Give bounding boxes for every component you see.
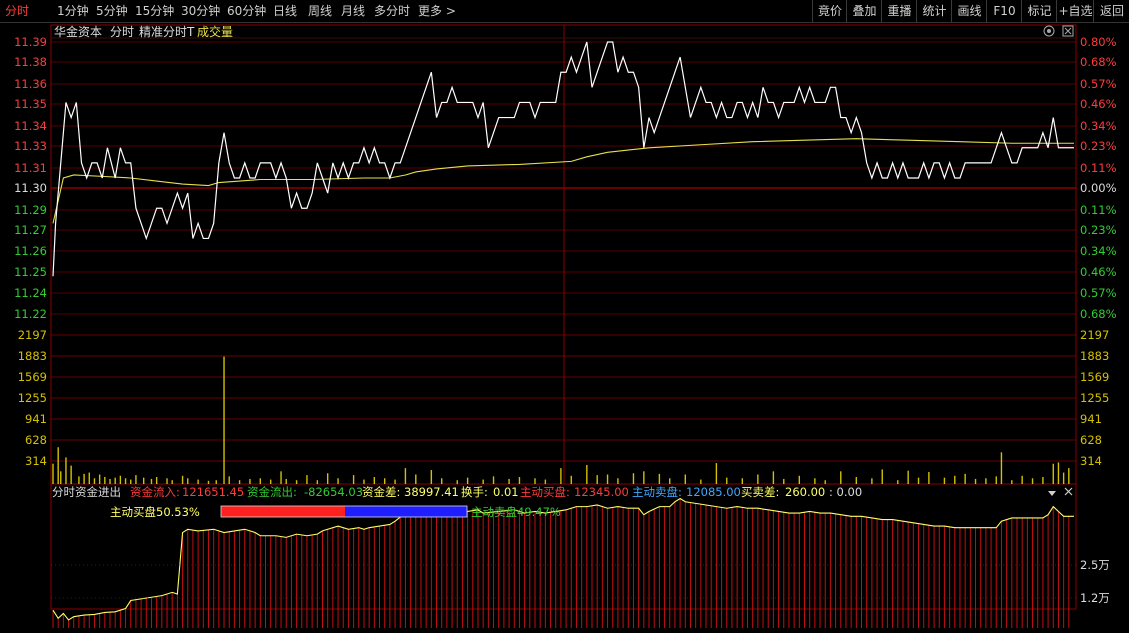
active-buy-label: 主动买盘: — [520, 485, 570, 499]
gear-icon-center — [1047, 29, 1051, 33]
toolbar-button-5[interactable]: F10 — [986, 0, 1022, 22]
toolbar-button-4[interactable]: 画线 — [951, 0, 987, 22]
volume-axis-right-0: 2197 — [1080, 328, 1109, 342]
pct-axis-label-4: 0.34% — [1080, 119, 1117, 133]
flow-axis-label-1: 1.2万 — [1080, 591, 1110, 605]
volume-axis-left-3: 1255 — [18, 391, 47, 405]
price-axis-label-4: 11.34 — [14, 119, 47, 133]
price-axis-label-5: 11.33 — [14, 139, 47, 153]
toolbar-button-8[interactable]: 返回 — [1093, 0, 1129, 22]
inflow-label: 资金流入: — [130, 485, 180, 499]
pct-axis-label-9: 0.23% — [1080, 223, 1117, 237]
buy-pct-label: 主动买盘50.53% — [110, 505, 200, 519]
price-axis-label-0: 11.39 — [14, 35, 47, 49]
volume-axis-right-1: 1883 — [1080, 349, 1109, 363]
sell-pct-label: 主动卖盘49.47% — [471, 505, 561, 519]
pct-axis-label-7: 0.00% — [1080, 181, 1117, 195]
pct-axis-label-1: 0.68% — [1080, 55, 1117, 69]
toolbar-button-6[interactable]: 标记 — [1021, 0, 1057, 22]
volume-axis-right-2: 1569 — [1080, 370, 1109, 384]
price-axis-label-10: 11.26 — [14, 244, 47, 258]
pct-axis-label-12: 0.57% — [1080, 286, 1117, 300]
mode-label-1: 分时 — [110, 25, 134, 39]
pct-axis-label-11: 0.46% — [1080, 265, 1117, 279]
outflow-label: 资金流出: — [247, 485, 297, 499]
price-axis-label-8: 11.29 — [14, 203, 47, 217]
toolbar-button-2[interactable]: 重播 — [881, 0, 917, 22]
period-tab-3[interactable]: 15分钟 — [135, 0, 174, 22]
close-icon-cross — [1064, 27, 1072, 35]
mode-label-3: 成交量 — [197, 24, 233, 39]
period-tab-2[interactable]: 5分钟 — [96, 0, 128, 22]
period-tab-0[interactable]: 分时 — [5, 0, 29, 22]
period-tab-8[interactable]: 月线 — [341, 0, 365, 22]
active-buy-value: 12345.00 — [574, 485, 629, 499]
bs-diff-value: 260.00 — [785, 485, 825, 499]
pct-axis-label-13: 0.68% — [1080, 307, 1117, 321]
price-axis-label-6: 11.31 — [14, 161, 47, 175]
bs-diff-label: 买卖差: — [741, 485, 779, 499]
diff-value: 38997.41 — [404, 485, 459, 499]
period-tab-5[interactable]: 60分钟 — [227, 0, 266, 22]
diff-label: 资金差: — [362, 485, 400, 499]
volume-axis-right-4: 941 — [1080, 412, 1102, 426]
price-axis-label-9: 11.27 — [14, 223, 47, 237]
active-sell-value: 12085.00 — [686, 485, 741, 499]
mode-label-2: 精准分时T — [139, 25, 195, 39]
toolbar-button-7[interactable]: +自选 — [1056, 0, 1094, 22]
dropdown-arrow-icon[interactable] — [1048, 491, 1056, 496]
outflow-value: -82654.03 — [304, 485, 363, 499]
volume-axis-right-5: 628 — [1080, 433, 1102, 447]
volume-axis-right-3: 1255 — [1080, 391, 1109, 405]
active-sell-label: 主动卖盘: — [632, 485, 682, 499]
price-axis-label-13: 11.22 — [14, 307, 47, 321]
intraday-chart: 11.39 0.80% 11.38 0.68% 11.36 0.57% 11.35 0.46%… — [14, 24, 1117, 628]
bs-diff-extra: : 0.00 — [829, 485, 862, 499]
toolbar-button-3[interactable]: 统计 — [916, 0, 952, 22]
price-axis-label-2: 11.36 — [14, 77, 47, 91]
period-tab-9[interactable]: 多分时 — [374, 0, 410, 22]
period-tab-4[interactable]: 30分钟 — [181, 0, 220, 22]
pct-axis-label-0: 0.80% — [1080, 35, 1117, 49]
price-axis-label-12: 11.24 — [14, 286, 47, 300]
volume-axis-left-6: 314 — [25, 454, 47, 468]
pct-axis-label-10: 0.34% — [1080, 244, 1117, 258]
pct-axis-label-3: 0.46% — [1080, 97, 1117, 111]
turnover-value: 0.01 — [493, 485, 519, 499]
flow-close-icon[interactable] — [1064, 487, 1073, 496]
period-toolbar: 分时 1分钟 5分钟 15分钟 30分钟 60分钟 日线 周线 月线 多分时 更多 > 竟价 叠加 重播统… — [0, 0, 1129, 23]
volume-axis-left-2: 1569 — [18, 370, 47, 384]
volume-axis-left-0: 2197 — [18, 328, 47, 342]
period-tab-6[interactable]: 日线 — [273, 0, 297, 22]
buy-ratio-bar — [221, 506, 346, 517]
flow-title: 分时资金进出 — [52, 485, 121, 499]
price-axis-label-3: 11.35 — [14, 97, 47, 111]
pct-axis-label-5: 0.23% — [1080, 139, 1117, 153]
volume-axis-left-5: 628 — [25, 433, 47, 447]
period-tab-7[interactable]: 周线 — [308, 0, 332, 22]
toolbar-button-1[interactable]: 叠加 — [846, 0, 882, 22]
volume-axis-left-1: 1883 — [18, 349, 47, 363]
toolbar-button-0[interactable]: 竟价 — [812, 0, 847, 22]
flow-line — [52, 497, 1074, 621]
volume-axis-left-4: 941 — [25, 412, 47, 426]
inflow-value: 121651.45 — [182, 485, 244, 499]
sell-ratio-bar — [345, 506, 467, 517]
price-axis-label-11: 11.25 — [14, 265, 47, 279]
price-axis-label-7: 11.30 — [14, 181, 47, 195]
pct-axis-label-8: 0.11% — [1080, 203, 1117, 217]
pct-axis-label-6: 0.11% — [1080, 161, 1117, 175]
period-tab-10[interactable]: 更多 > — [418, 0, 456, 22]
turnover-label: 换手: — [461, 485, 488, 499]
flow-axis-label-0: 2.5万 — [1080, 558, 1110, 572]
period-tab-1[interactable]: 1分钟 — [57, 0, 89, 22]
stock-name: 华金资本 — [54, 24, 102, 39]
volume-axis-right-6: 314 — [1080, 454, 1102, 468]
price-axis-label-1: 11.38 — [14, 55, 47, 69]
pct-axis-label-2: 0.57% — [1080, 77, 1117, 91]
